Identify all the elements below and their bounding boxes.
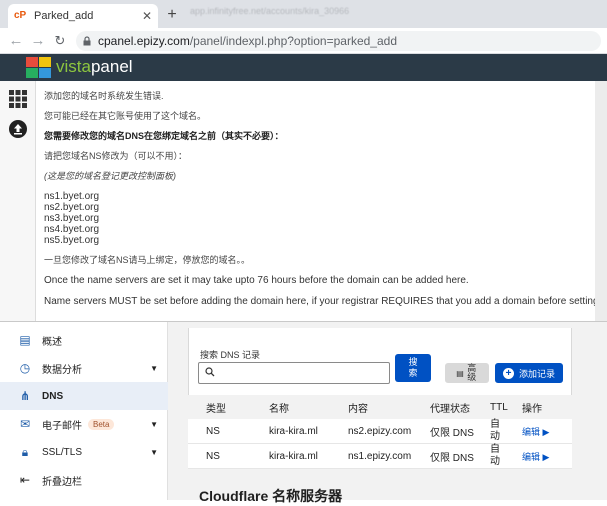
record-type: NS (188, 443, 251, 469)
vistapanel-logo-icon (26, 57, 52, 79)
favicon-icon: cP (14, 10, 27, 21)
search-label: 搜索 DNS 记录 (200, 350, 261, 360)
clock-icon: ◷ (19, 361, 31, 375)
search-button-label: 搜索 (408, 357, 418, 378)
close-tab-icon[interactable]: ✕ (142, 9, 152, 23)
error-line: 请把您域名NS修改为（可以不用）： (44, 151, 188, 161)
browser-toolbar: ← → ↻ cpanel.epizy.com/panel/indexpl.php… (0, 28, 607, 54)
error-line: 一旦您修改了域名NS请马上绑定，停放您的域名。。 (44, 255, 251, 265)
search-button[interactable]: 搜索 (395, 354, 431, 382)
table-header-row: 类型 名称 内容 代理状态 TTL 操作 (188, 395, 572, 419)
url-host: cpanel.epizy.com (98, 34, 190, 48)
sidebar-item-label: 数据分析 (42, 364, 82, 376)
sidebar-item-label: 概述 (42, 336, 62, 348)
background-tab-url: app.infinityfree.net/accounts/kira_30966 (190, 6, 350, 16)
error-line: Once the name servers are set it may tak… (44, 275, 469, 286)
vistapanel-brand: vistapanel (56, 57, 133, 76)
vistapanel-header: vistapanel (0, 54, 607, 81)
column-header: 名称 (251, 395, 330, 419)
error-message-panel: 添加您的域名时系统发生错误. 您可能已经在其它账号使用了这个域名。 您需要修改您… (36, 81, 607, 321)
record-content: ns2.epizy.com (330, 419, 412, 444)
column-header: TTL (490, 395, 522, 419)
sidebar-item-label: 折叠边栏 (42, 476, 82, 488)
record-name: kira-kira.ml (251, 443, 330, 469)
sidebar-item-label: SSL/TLS (42, 446, 83, 458)
column-header: 内容 (330, 395, 412, 419)
collapse-icon: ⇤ (19, 473, 31, 487)
error-line: 您需要修改您的域名DNS在您绑定域名之前（其实不必要）： (44, 131, 284, 141)
browser-tab-strip: cP Parked_add ✕ + app.infinityfree.net/a… (0, 0, 607, 28)
document-icon: ▤ (456, 368, 464, 378)
error-line: 添加您的域名时系统发生错误. (44, 91, 164, 101)
edit-link[interactable]: 编辑 ▶ (522, 443, 572, 469)
mail-icon: ✉ (19, 417, 31, 431)
record-content: ns1.epizy.com (330, 443, 412, 469)
dns-records-table: 类型 名称 内容 代理状态 TTL 操作 NS kira-kira.ml ns2… (188, 395, 572, 469)
browser-tab[interactable]: cP Parked_add ✕ (8, 4, 158, 28)
column-header: 操作 (522, 395, 572, 419)
sidebar-item-analytics[interactable]: ◷ 数据分析 ▼ (0, 354, 168, 382)
upload-icon[interactable] (8, 119, 28, 139)
new-tab-button[interactable]: + (165, 7, 179, 23)
dns-search-input[interactable] (198, 362, 390, 384)
nameserver-item: ns4.byet.org (44, 224, 100, 235)
search-icon (205, 367, 215, 377)
nameserver-item: ns3.byet.org (44, 213, 100, 224)
network-icon: ⋔ (19, 389, 31, 403)
forward-arrow-icon[interactable]: → (30, 33, 46, 49)
sidebar-item-dns[interactable]: ⋔ DNS (0, 382, 168, 410)
column-header: 类型 (188, 395, 251, 419)
record-proxy-status: 仅限 DNS (412, 443, 490, 469)
nameserver-item: ns1.byet.org (44, 191, 100, 202)
table-row[interactable]: NS kira-kira.ml ns1.epizy.com 仅限 DNS 自动 … (188, 443, 572, 469)
record-proxy-status: 仅限 DNS (412, 419, 490, 444)
sidebar-item-ssl[interactable]: 🔒︎ SSL/TLS ▼ (0, 438, 168, 466)
chevron-down-icon: ▼ (150, 447, 158, 457)
vistapanel-rail (0, 81, 36, 321)
chevron-down-icon: ▼ (150, 363, 158, 373)
nameserver-item: ns2.byet.org (44, 202, 100, 213)
lock-icon: 🔒︎ (21, 445, 29, 459)
nameserver-section-heading: Cloudflare 名称服务器 (199, 488, 343, 504)
sidebar-collapse[interactable]: ⇤ 折叠边栏 (0, 466, 168, 494)
cloudflare-sidebar: ▤ 概述 ◷ 数据分析 ▼ ⋔ DNS ✉ 电子邮件 Beta ▼ 🔒︎ SSL… (0, 322, 168, 500)
nameserver-item: ns5.byet.org (44, 235, 100, 246)
sidebar-item-email[interactable]: ✉ 电子邮件 Beta ▼ (0, 410, 168, 438)
advanced-button-label: 高级 (467, 363, 477, 382)
column-header: 代理状态 (412, 395, 490, 419)
error-line: (这是您的域名登记更改控制面板) (44, 171, 176, 181)
record-name: kira-kira.ml (251, 419, 330, 444)
plus-icon: + (502, 367, 514, 379)
url-path: /panel/indexpl.php?option=parked_add (189, 34, 398, 48)
apps-grid-icon[interactable] (8, 89, 28, 109)
error-line: 您可能已经在其它账号使用了这个域名。 (44, 111, 207, 121)
sidebar-item-overview[interactable]: ▤ 概述 (0, 326, 168, 354)
back-arrow-icon[interactable]: ← (8, 33, 24, 49)
add-record-label: 添加记录 (518, 368, 555, 379)
lock-icon (83, 36, 91, 46)
document-icon: ▤ (19, 333, 31, 347)
add-record-button[interactable]: + 添加记录 (495, 363, 563, 383)
edit-link[interactable]: 编辑 ▶ (522, 419, 572, 444)
record-ttl: 自动 (490, 443, 522, 469)
sidebar-item-label: DNS (42, 390, 64, 402)
sidebar-item-label: 电子邮件 (42, 420, 82, 432)
nameserver-list: ns1.byet.org ns2.byet.org ns3.byet.org n… (44, 191, 599, 246)
tab-title: Parked_add (34, 10, 94, 22)
chevron-down-icon: ▼ (150, 419, 158, 429)
record-type: NS (188, 419, 251, 444)
beta-badge: Beta (88, 418, 115, 430)
advanced-button[interactable]: ▤ 高级 (445, 363, 489, 383)
error-line: Name servers MUST be set before adding t… (44, 296, 607, 307)
reload-icon[interactable]: ↻ (52, 33, 68, 49)
address-bar[interactable]: cpanel.epizy.com/panel/indexpl.php?optio… (76, 31, 601, 51)
scroll-gutter (595, 81, 607, 321)
record-ttl: 自动 (490, 419, 522, 444)
table-row[interactable]: NS kira-kira.ml ns2.epizy.com 仅限 DNS 自动 … (188, 419, 572, 444)
